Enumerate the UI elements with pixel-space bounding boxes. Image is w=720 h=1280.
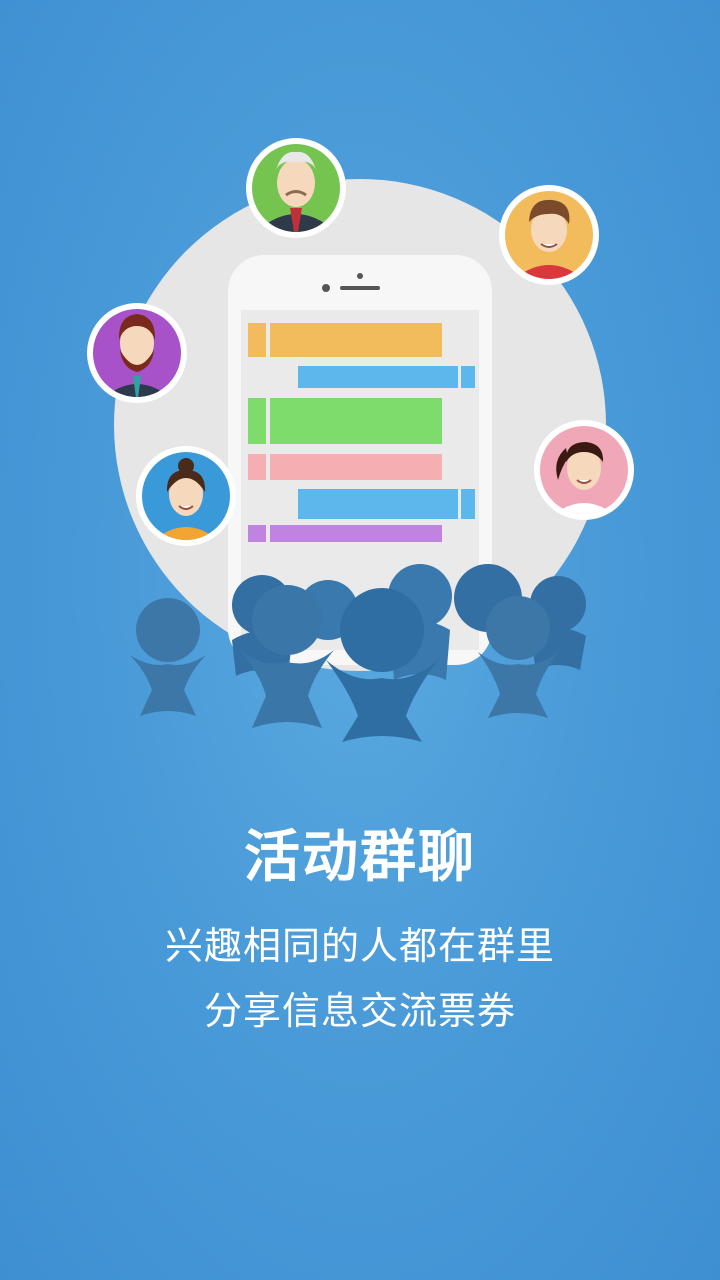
group-chat-illustration xyxy=(87,138,634,742)
avatar-elderly-man-icon xyxy=(246,138,346,238)
avatar-bearded-man-icon xyxy=(87,303,187,403)
avatar-woman-ponytail-icon xyxy=(534,420,634,520)
phone-camera xyxy=(322,284,330,292)
phone-speaker xyxy=(340,286,380,290)
avatar-woman-bun-icon xyxy=(136,446,236,546)
subtitle-line-2: 分享信息交流票券 xyxy=(203,989,516,1033)
page-title: 活动群聊 xyxy=(244,825,476,890)
avatar-young-man-icon xyxy=(499,185,599,285)
subtitle-line-1: 兴趣相同的人都在群里 xyxy=(164,924,555,968)
